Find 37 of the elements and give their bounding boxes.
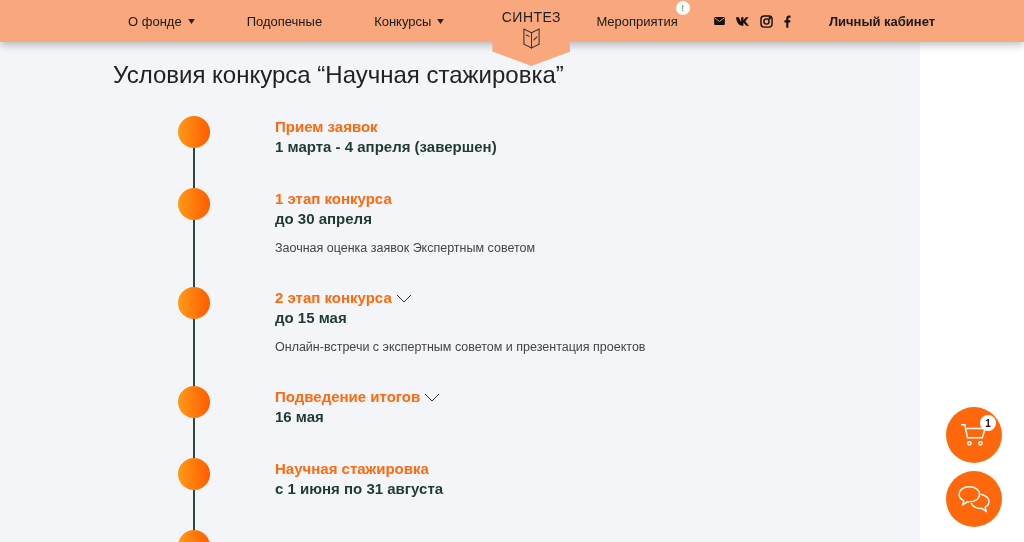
- timeline-dot: [178, 116, 210, 148]
- nav-link[interactable]: Мероприятия: [596, 13, 678, 29]
- stage-date: 1 марта - 4 апреля (завершен): [275, 137, 497, 157]
- stage-date: до 30 апреля: [275, 209, 373, 229]
- stage-description: Онлайн-встречи с экспертным советом и презентация проектов: [275, 339, 646, 356]
- instagram-icon[interactable]: [759, 14, 773, 28]
- nav-link[interactable]: О фонде: [128, 13, 195, 29]
- account-link[interactable]: Личный кабинет: [828, 13, 936, 29]
- stage-date: 16 мая: [275, 407, 325, 427]
- cart-icon: [960, 423, 988, 447]
- timeline-dot: [178, 386, 210, 418]
- book-icon: [521, 28, 541, 49]
- stage-description: Заочная оценка заявок Экспертным советом: [275, 240, 536, 257]
- vk-icon[interactable]: [735, 16, 749, 26]
- timeline-dot: [178, 287, 210, 319]
- facebook-icon[interactable]: [783, 14, 791, 28]
- timeline-dot: [178, 458, 210, 490]
- chevron-down-icon[interactable]: [395, 293, 412, 303]
- caret-icon[interactable]: [437, 18, 445, 24]
- stage-date: до 15 мая: [275, 308, 348, 328]
- nav-link[interactable]: Подопечные: [246, 13, 323, 29]
- stage-title: 1 этап конкурса: [275, 189, 392, 207]
- stage-title: Прием заявок: [275, 117, 378, 135]
- stage-title: Научная стажировка: [275, 459, 429, 477]
- mail-icon[interactable]: [713, 17, 725, 25]
- stage-title: Подведение итогов: [275, 387, 421, 405]
- timeline-dot: [178, 188, 210, 220]
- notification-badge: !: [675, 0, 690, 15]
- logo-text: СИНТЕЗ: [501, 9, 562, 25]
- cart-count-badge: 1: [980, 415, 996, 431]
- chat-icon: [957, 485, 991, 513]
- chevron-down-icon[interactable]: [424, 392, 441, 402]
- caret-icon[interactable]: [187, 18, 195, 24]
- logo-tab[interactable]: СИНТЕЗ: [492, 0, 571, 66]
- stage-title: 2 этап конкурса: [275, 288, 392, 306]
- stage-date: с 1 июня по 31 августа: [275, 479, 444, 499]
- nav-link[interactable]: Конкурсы: [374, 13, 445, 29]
